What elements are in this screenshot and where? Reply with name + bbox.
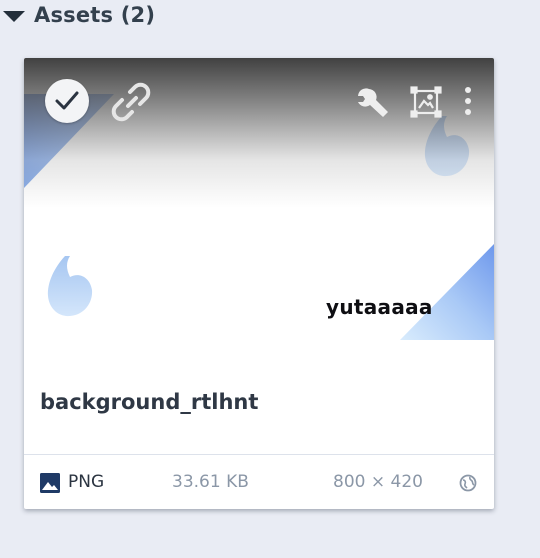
caret-down-icon[interactable] bbox=[3, 11, 25, 22]
check-icon bbox=[55, 91, 79, 110]
asset-name[interactable]: background_rtlhnt bbox=[40, 390, 258, 414]
file-type: PNG bbox=[68, 472, 105, 492]
asset-thumbnail[interactable]: yutaaaaa bbox=[24, 58, 494, 340]
file-size: 33.61 KB bbox=[172, 472, 249, 492]
asset-card[interactable]: yutaaaaa background_rtlhnt PNG 33.61 KB … bbox=[24, 58, 494, 509]
asset-meta-footer: PNG 33.61 KB 800 × 420 bbox=[24, 454, 494, 509]
select-checkbox[interactable] bbox=[45, 79, 89, 123]
assets-section-header[interactable]: Assets (2) bbox=[0, 0, 540, 36]
bottom-right-triangle bbox=[400, 244, 494, 340]
link-icon[interactable] bbox=[111, 82, 151, 122]
image-dimensions: 800 × 420 bbox=[333, 472, 423, 492]
wrench-icon[interactable] bbox=[354, 83, 390, 119]
image-icon bbox=[40, 473, 60, 493]
globe-icon[interactable] bbox=[459, 474, 477, 492]
thumbnail-caption: yutaaaaa bbox=[326, 295, 433, 319]
section-title: Assets (2) bbox=[34, 3, 156, 27]
crop-frame-icon[interactable] bbox=[410, 86, 442, 118]
drop-shape-left bbox=[47, 256, 93, 317]
more-vertical-icon[interactable] bbox=[462, 86, 474, 118]
hover-overlay bbox=[24, 58, 494, 208]
